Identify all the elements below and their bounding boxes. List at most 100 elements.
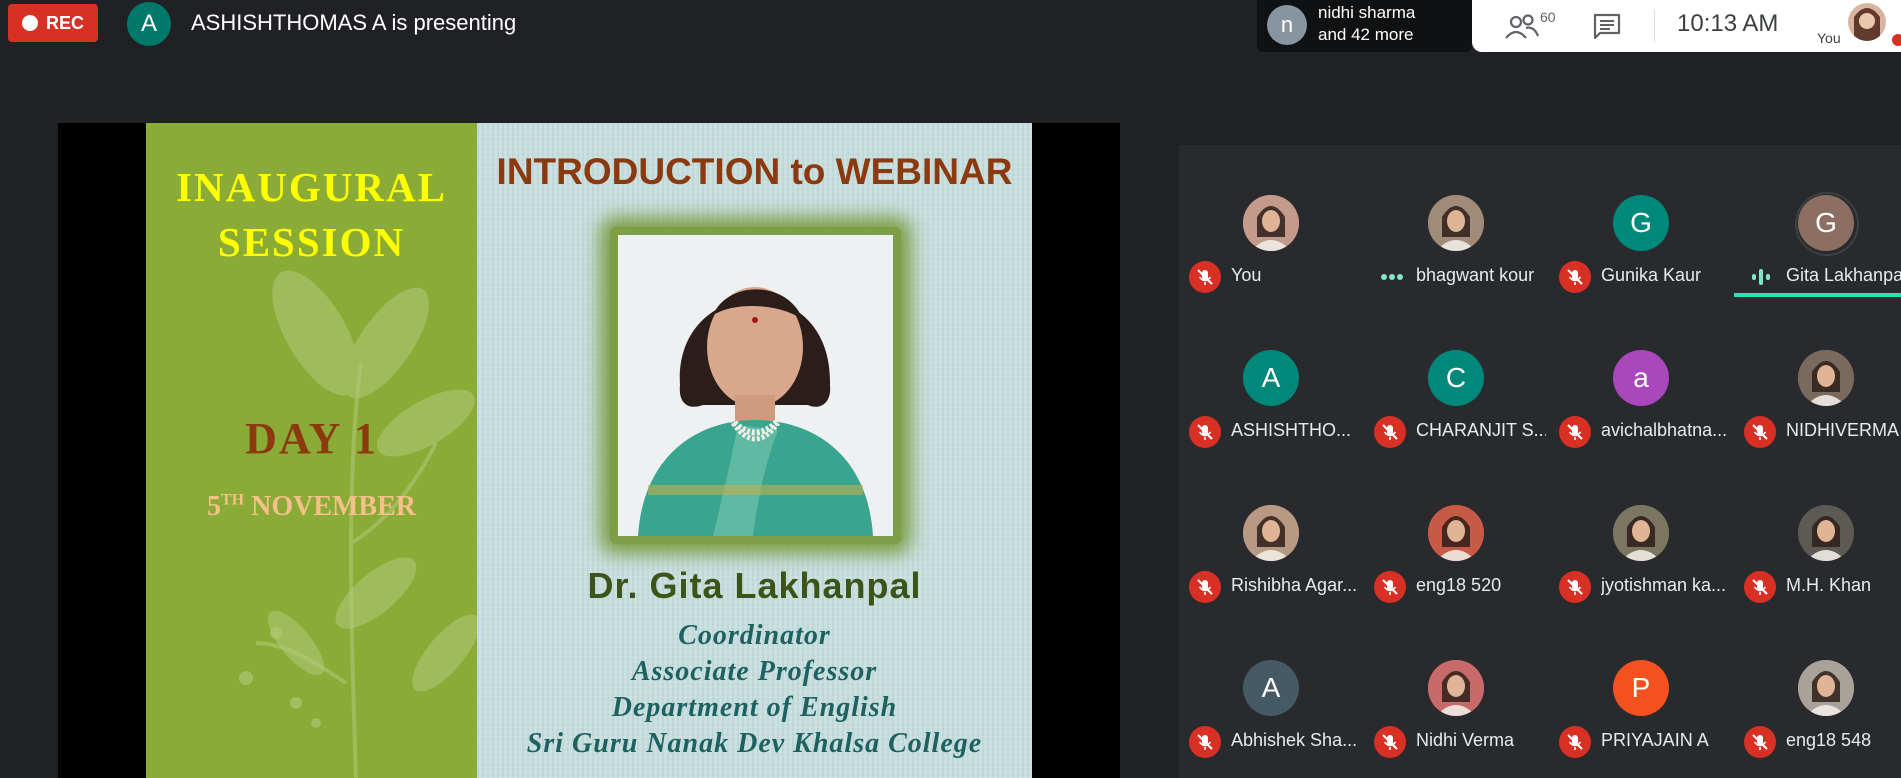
participant-tile[interactable]: NIDHIVERMA A bbox=[1734, 300, 1901, 455]
mic-off-icon bbox=[1374, 416, 1406, 448]
date-month: NOVEMBER bbox=[244, 491, 417, 522]
presenting-status: ASHISHTHOMAS A is presenting bbox=[191, 10, 517, 35]
participant-photo-image bbox=[1798, 660, 1854, 716]
participant-tile[interactable]: eng18 520 bbox=[1364, 455, 1550, 610]
participant-tile[interactable]: C CHARANJIT S... bbox=[1364, 300, 1550, 455]
participant-tile[interactable]: A Abhishek Sha... bbox=[1179, 610, 1365, 765]
call-controls: 60 10:13 AM You bbox=[1472, 0, 1901, 52]
mic-off-icon bbox=[1559, 416, 1591, 448]
recording-label: REC bbox=[45, 12, 84, 33]
summary-name: nidhi sharma bbox=[1318, 3, 1416, 22]
participant-tile[interactable]: P PRIYAJAIN A bbox=[1549, 610, 1735, 765]
participant-photo-image bbox=[1798, 350, 1854, 406]
participant-name: Rishibha Agar... bbox=[1231, 575, 1358, 595]
designation-line: Coordinator bbox=[678, 620, 831, 651]
chat-icon bbox=[1593, 13, 1621, 40]
participant-avatar bbox=[1428, 505, 1484, 561]
participant-avatar: G bbox=[1613, 195, 1669, 251]
day-label: DAY 1 bbox=[245, 414, 378, 463]
participant-name: eng18 548 bbox=[1786, 730, 1872, 750]
clock: 10:13 AM bbox=[1677, 10, 1779, 37]
designation-line: Department of English bbox=[611, 692, 898, 723]
participant-name: avichalbhatna... bbox=[1601, 420, 1728, 440]
participant-avatar bbox=[1798, 505, 1854, 561]
people-icon: 60 bbox=[1505, 9, 1556, 39]
mic-off-icon bbox=[1189, 261, 1221, 293]
speaking-indicator-icon bbox=[1752, 269, 1770, 285]
mic-off-icon bbox=[1559, 726, 1591, 758]
self-view-thumbnail[interactable] bbox=[1848, 3, 1886, 41]
mic-off-icon bbox=[1374, 571, 1406, 603]
more-dots-icon bbox=[1381, 274, 1403, 280]
participant-tile[interactable]: M.H. Khan bbox=[1734, 455, 1901, 610]
participant-avatar: a bbox=[1613, 350, 1669, 406]
participant-name: ASHISHTHO... bbox=[1231, 420, 1352, 440]
mic-off-icon bbox=[1189, 416, 1221, 448]
summary-more: and 42 more bbox=[1318, 25, 1414, 44]
participant-avatar bbox=[1428, 660, 1484, 716]
participant-tile[interactable]: Nidhi Verma bbox=[1364, 610, 1550, 765]
mic-off-icon bbox=[1189, 571, 1221, 603]
participant-tile[interactable]: You bbox=[1179, 145, 1365, 300]
designation-line: Sri Guru Nanak Dev Khalsa College bbox=[526, 728, 983, 759]
mic-off-icon bbox=[1559, 261, 1591, 293]
self-avatar-image bbox=[1848, 3, 1886, 41]
participant-avatar: P bbox=[1613, 660, 1669, 716]
participant-tile[interactable]: G Gita Lakhanpal bbox=[1734, 145, 1901, 300]
participant-avatar bbox=[1798, 350, 1854, 406]
participant-name: eng18 520 bbox=[1416, 575, 1502, 595]
participant-photo-image bbox=[1798, 505, 1854, 561]
participant-tile[interactable]: a avichalbhatna... bbox=[1549, 300, 1735, 455]
active-speaker-bar bbox=[1734, 293, 1901, 297]
mic-off-icon bbox=[1744, 416, 1776, 448]
participant-tile[interactable]: bhagwant kour bbox=[1364, 145, 1550, 300]
session-title-line1: INAUGURAL bbox=[176, 164, 447, 210]
participant-grid: You bhagwant kour G Gunika Kaur G Gita Lakhan… bbox=[1179, 145, 1901, 778]
participant-photo-image bbox=[1428, 660, 1484, 716]
participant-avatar bbox=[1428, 195, 1484, 251]
participant-photo-image bbox=[1243, 505, 1299, 561]
presenter-avatar: A bbox=[127, 2, 171, 46]
participant-tile[interactable]: G Gunika Kaur bbox=[1549, 145, 1735, 300]
speaker-name: Dr. Gita Lakhanpal bbox=[587, 565, 922, 606]
notification-dot bbox=[1892, 34, 1901, 46]
participants-summary[interactable]: n nidhi sharma and 42 more bbox=[1257, 0, 1472, 52]
participant-tile[interactable]: eng18 548 bbox=[1734, 610, 1901, 765]
record-dot-icon bbox=[21, 15, 38, 31]
participant-avatar bbox=[1798, 660, 1854, 716]
date-label: 5TH NOVEMBER bbox=[146, 491, 477, 523]
mic-off-icon bbox=[1559, 571, 1591, 603]
participant-name: jyotishman ka... bbox=[1601, 575, 1727, 595]
participant-name: M.H. Khan bbox=[1786, 575, 1872, 595]
participant-photo-image bbox=[1613, 505, 1669, 561]
participant-name: NIDHIVERMA A bbox=[1786, 420, 1901, 440]
participant-photo-image bbox=[1428, 505, 1484, 561]
participant-name: You bbox=[1231, 265, 1262, 285]
presentation-stage[interactable]: INAUGURAL SESSION DAY 1 5TH NOVEMBER INT… bbox=[58, 123, 1120, 778]
participant-tile[interactable]: Rishibha Agar... bbox=[1179, 455, 1365, 610]
participant-avatar: A bbox=[1243, 660, 1299, 716]
participant-name: CHARANJIT S... bbox=[1416, 420, 1546, 440]
participant-name: Nidhi Verma bbox=[1416, 730, 1515, 750]
participant-avatar: A bbox=[1243, 350, 1299, 406]
date-number: 5 bbox=[206, 491, 221, 522]
participant-avatar: n bbox=[1267, 5, 1307, 45]
participant-photo-image bbox=[1428, 195, 1484, 251]
participants-summary-text: nidhi sharma and 42 more bbox=[1318, 2, 1415, 46]
recording-indicator[interactable]: REC bbox=[8, 4, 98, 42]
slide-left-panel: INAUGURAL SESSION DAY 1 5TH NOVEMBER bbox=[146, 123, 477, 778]
mic-off-icon bbox=[1744, 571, 1776, 603]
participant-photo-image bbox=[1243, 195, 1299, 251]
participant-count: 60 bbox=[1540, 9, 1556, 25]
participant-avatar bbox=[1243, 195, 1299, 251]
participant-name: PRIYAJAIN A bbox=[1601, 730, 1709, 750]
chat-button[interactable] bbox=[1590, 10, 1624, 42]
mic-off-icon bbox=[1374, 726, 1406, 758]
slide-title: INTRODUCTION to WEBINAR bbox=[496, 151, 1013, 192]
participant-tile[interactable]: jyotishman ka... bbox=[1549, 455, 1735, 610]
people-button[interactable]: 60 bbox=[1502, 8, 1562, 44]
self-view-label: You bbox=[1817, 30, 1841, 46]
participant-tile[interactable]: A ASHISHTHO... bbox=[1179, 300, 1365, 455]
session-title-line2: SESSION bbox=[217, 219, 406, 265]
participant-name: Abhishek Sha... bbox=[1231, 730, 1358, 750]
